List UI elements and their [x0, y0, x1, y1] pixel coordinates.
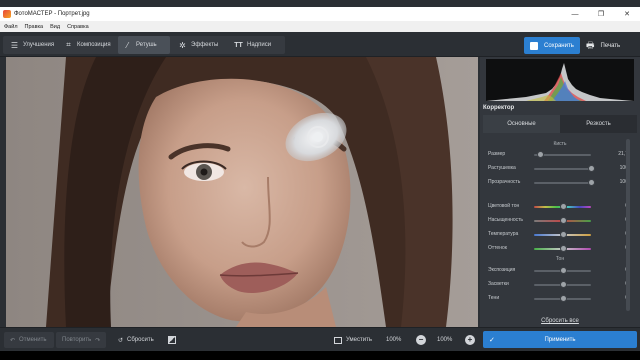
slider-hue[interactable]: Цветовой тон 0: [488, 202, 628, 211]
zoom-in-button[interactable]: +: [465, 335, 475, 345]
fit-screen-icon: [334, 336, 342, 344]
slider-saturation[interactable]: Насыщенность 0: [488, 216, 628, 225]
slider-knob[interactable]: [587, 179, 595, 186]
slider-exposure[interactable]: Экспозиция 0: [488, 266, 628, 275]
checkmark-icon: ✓: [489, 336, 495, 344]
app-logo-icon: [3, 10, 11, 18]
redo-icon: ↷: [95, 337, 101, 344]
slider-highlights[interactable]: Засветки 0: [488, 280, 628, 289]
menu-edit[interactable]: Правка: [25, 24, 44, 30]
reset-all-link[interactable]: Сбросить все: [480, 318, 640, 324]
tab-retouch[interactable]: ⁄ Ретушь: [118, 36, 170, 54]
tab-basic[interactable]: Основные: [483, 115, 560, 133]
app-window: ФотоМАСТЕР - Портрет.jpg — ❐ ✕ Файл Прав…: [0, 0, 640, 360]
bottom-letterbox: [0, 351, 640, 360]
slider-tint[interactable]: Оттенок 0: [488, 244, 628, 253]
print-button[interactable]: 🖶 Печать: [584, 37, 632, 54]
slider-knob[interactable]: [560, 231, 567, 238]
subtabs: Основные Резкость: [483, 115, 637, 133]
fit-button[interactable]: Уместить: [334, 332, 372, 348]
slider-knob[interactable]: [560, 203, 567, 210]
menu-view[interactable]: Вид: [50, 24, 60, 30]
save-button[interactable]: Сохранить: [524, 37, 580, 54]
menu-file[interactable]: Файл: [4, 24, 18, 30]
tab-enhancements[interactable]: ☰ Улучшения: [6, 36, 58, 54]
slider-knob[interactable]: [560, 217, 567, 224]
title-bar: ФотоМАСТЕР - Портрет.jpg — ❐ ✕: [0, 7, 640, 21]
floppy-disk-icon: [530, 41, 538, 50]
window-title: ФотоМАСТЕР - Портрет.jpg: [14, 11, 90, 17]
menu-help[interactable]: Справка: [67, 24, 89, 30]
undo-icon: ↶: [10, 337, 16, 344]
undo-button[interactable]: ↶ Отменить: [4, 332, 54, 348]
slider-knob[interactable]: [560, 281, 567, 288]
tab-text[interactable]: TT Надписи: [228, 36, 282, 54]
tab-effects[interactable]: ✲ Эффекты: [172, 36, 226, 54]
tab-sharpness[interactable]: Резкость: [560, 115, 637, 133]
slider-track: [534, 182, 591, 184]
portrait-photo[interactable]: [6, 57, 478, 327]
text-icon: TT: [234, 41, 243, 49]
minus-icon: −: [418, 335, 424, 344]
slider-shadows[interactable]: Тени 0: [488, 294, 628, 303]
menu-bar: Файл Правка Вид Справка: [0, 21, 640, 32]
magic-wand-icon: ✲: [179, 40, 186, 50]
slider-knob[interactable]: [560, 245, 567, 252]
slider-knob[interactable]: [560, 295, 567, 302]
slider-track: [534, 168, 591, 170]
portrait-image: [6, 57, 478, 327]
redo-button[interactable]: Повторить ↷: [56, 332, 106, 348]
photo-canvas[interactable]: [0, 57, 480, 327]
tab-composition[interactable]: ⌗ Композиция: [60, 36, 116, 54]
slider-opacity[interactable]: Прозрачность 100: [488, 178, 628, 187]
slider-knob[interactable]: [537, 151, 545, 158]
panel-scrollbar[interactable]: [626, 139, 630, 311]
zoom-value: 100%: [437, 337, 453, 343]
reset-button[interactable]: ↺ Сбросить: [118, 332, 154, 348]
window-controls: — ❐ ✕: [562, 7, 640, 21]
compare-button[interactable]: [168, 332, 176, 348]
minimize-button[interactable]: —: [562, 7, 588, 21]
printer-icon: 🖶: [586, 39, 595, 50]
crop-icon: ⌗: [66, 40, 71, 49]
histogram: [486, 59, 634, 101]
right-panel: Корректор Основные Резкость Кисть Размер…: [480, 57, 640, 327]
slider-knob[interactable]: [560, 267, 567, 274]
panel-title: Корректор: [483, 105, 515, 111]
apply-button[interactable]: ✓ Применить: [483, 331, 637, 348]
brush-icon: ⁄: [126, 40, 129, 50]
maximize-button[interactable]: ❐: [588, 7, 614, 21]
slider-size[interactable]: Размер 21,7: [488, 150, 628, 159]
sliders-icon: ☰: [10, 40, 19, 50]
histogram-graph: [486, 63, 634, 101]
zoom-fit-value: 100%: [386, 337, 402, 343]
reset-icon: ↺: [118, 337, 124, 344]
brush-section-label: Кисть: [553, 141, 567, 147]
zoom-out-button[interactable]: −: [416, 335, 426, 345]
slider-feather[interactable]: Растушевка 100: [488, 164, 628, 173]
compare-icon: [168, 336, 176, 344]
tone-section-label: Тон: [555, 256, 565, 262]
slider-temperature[interactable]: Температура 0: [488, 230, 628, 239]
slider-knob[interactable]: [587, 165, 595, 172]
close-button[interactable]: ✕: [614, 7, 640, 21]
plus-icon: +: [467, 335, 473, 344]
